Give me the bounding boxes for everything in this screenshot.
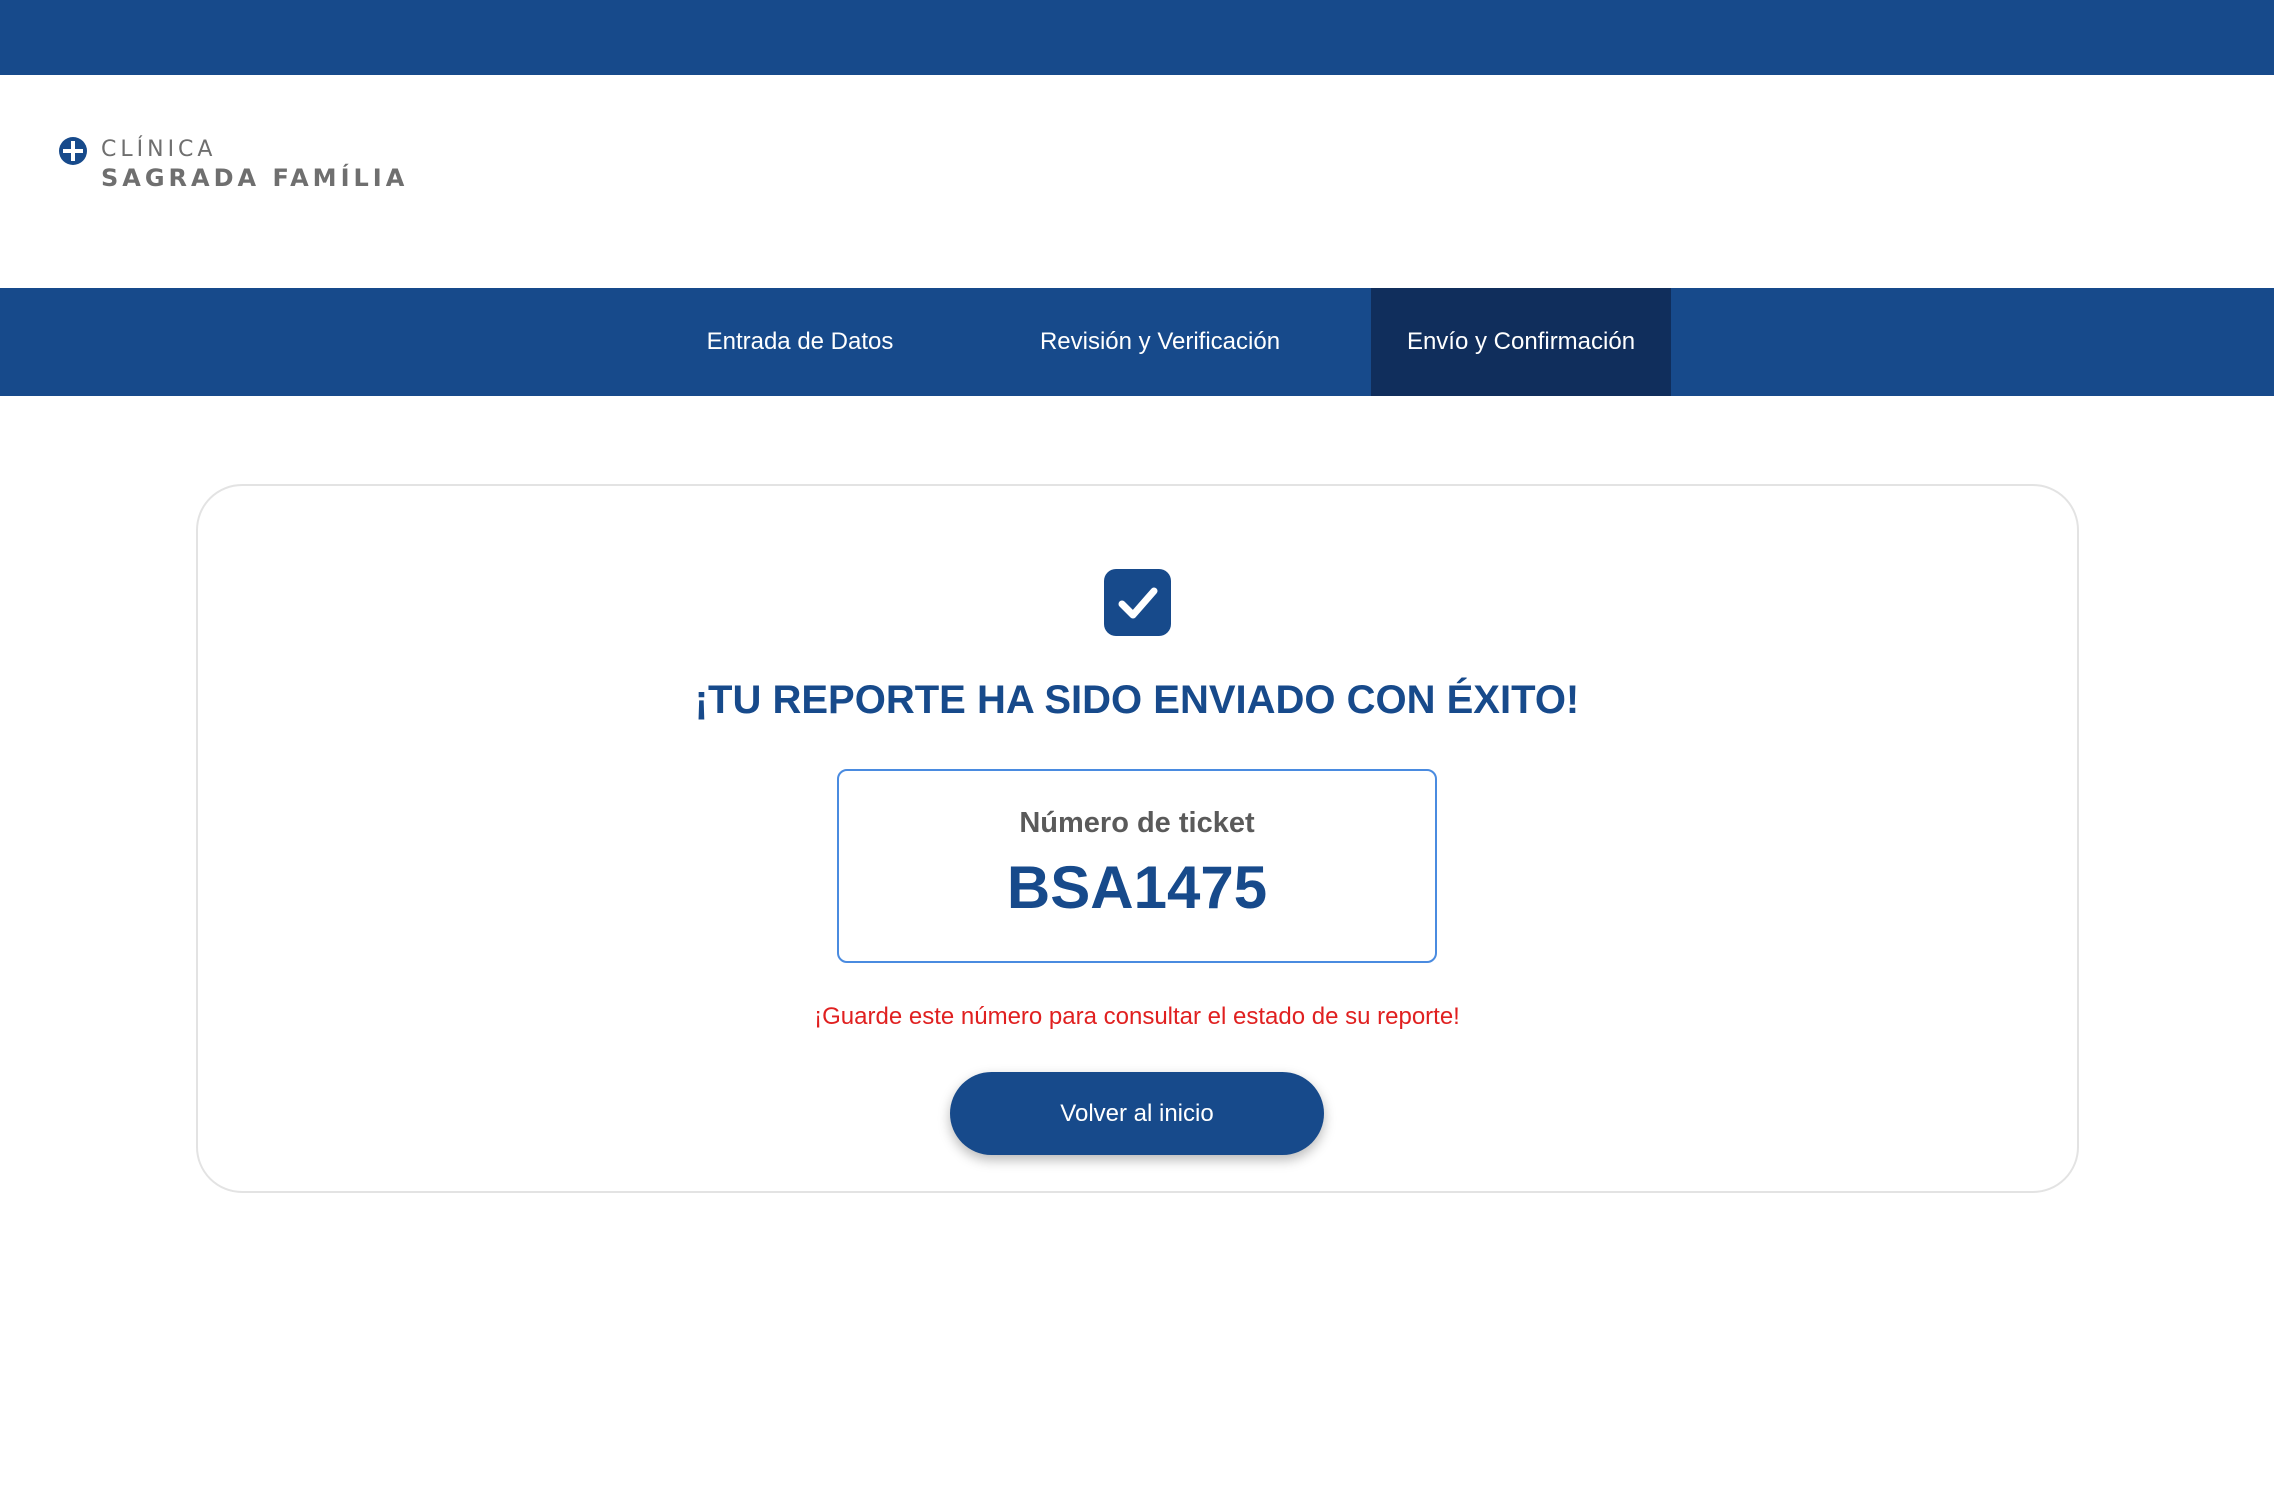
checkmark-icon xyxy=(1118,587,1157,618)
step-navigation: Entrada de Datos Revisión y Verificación… xyxy=(0,288,2274,396)
check-square-icon xyxy=(1104,569,1171,636)
clinic-logo[interactable]: CLÍNICA SAGRADA FAMÍLIA xyxy=(58,136,438,192)
logo-line-2: SAGRADA FAMÍLIA xyxy=(101,164,409,192)
save-number-warning: ¡Guarde este número para consultar el es… xyxy=(814,1003,1460,1030)
clinic-cross-icon xyxy=(59,137,87,165)
ticket-number: BSA1475 xyxy=(1006,854,1268,921)
top-bar xyxy=(0,0,2274,75)
ticket-label: Número de ticket xyxy=(1019,807,1255,839)
success-title: ¡TU REPORTE HA SIDO ENVIADO CON ÉXITO! xyxy=(694,678,1580,722)
tab-envio-y-confirmacion[interactable]: Envío y Confirmación xyxy=(1371,288,1671,396)
tab-revision-y-verificacion[interactable]: Revisión y Verificación xyxy=(1010,288,1310,396)
logo-line-1: CLÍNICA xyxy=(101,137,217,162)
tab-label: Entrada de Datos xyxy=(706,328,894,355)
tab-label: Envío y Confirmación xyxy=(1406,328,1636,355)
tab-entrada-de-datos[interactable]: Entrada de Datos xyxy=(650,288,950,396)
back-to-home-button[interactable]: Volver al inicio xyxy=(950,1072,1324,1155)
tab-label: Revisión y Verificación xyxy=(1039,328,1281,355)
ticket-box: Número de ticket BSA1475 xyxy=(837,769,1437,963)
